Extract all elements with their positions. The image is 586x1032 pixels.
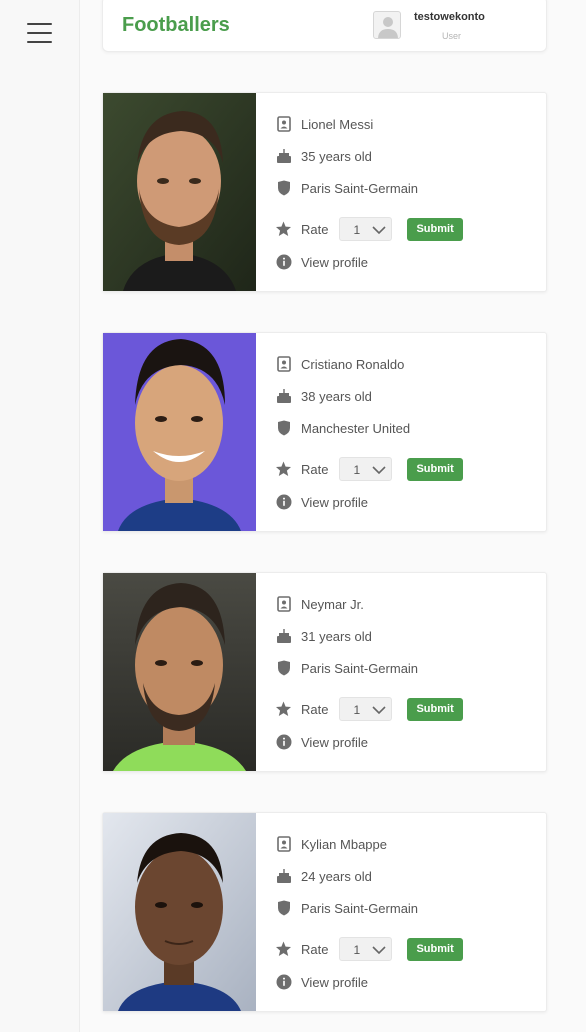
chevron-down-icon <box>372 464 387 478</box>
player-age: 24 years old <box>301 868 372 884</box>
player-club: Manchester United <box>301 420 411 436</box>
star-icon <box>275 221 292 238</box>
player-club-row: Paris Saint-Germain <box>275 658 418 678</box>
player-name-row: Lionel Messi <box>275 114 373 134</box>
rate-label: Rate <box>301 701 329 717</box>
submit-rating-button[interactable]: Submit <box>407 217 463 241</box>
app-title: Footballers <box>122 14 230 36</box>
view-profile-link[interactable]: View profile <box>301 255 368 270</box>
rating-value: 1 <box>353 463 361 477</box>
view-profile-row[interactable]: View profile <box>275 252 368 272</box>
info-icon <box>275 734 292 751</box>
view-profile-row[interactable]: View profile <box>275 972 368 992</box>
rate-row: Rate 1 Submit <box>275 457 463 481</box>
id-badge-icon <box>275 356 292 373</box>
player-card: Cristiano Ronaldo 38 years old Mancheste… <box>102 332 547 532</box>
player-age-row: 24 years old <box>275 866 372 886</box>
view-profile-row[interactable]: View profile <box>275 492 368 512</box>
player-age-row: 31 years old <box>275 626 372 646</box>
player-age: 38 years old <box>301 388 372 404</box>
birthday-cake-icon <box>275 628 292 645</box>
rate-label: Rate <box>301 461 329 477</box>
user-name[interactable]: testowekonto <box>414 11 485 23</box>
rating-value: 1 <box>353 943 361 957</box>
player-photo <box>103 333 256 531</box>
chevron-down-icon <box>372 704 387 718</box>
rating-select[interactable]: 1 <box>339 217 393 241</box>
player-age-row: 38 years old <box>275 386 372 406</box>
view-profile-link[interactable]: View profile <box>301 735 368 750</box>
sidebar <box>0 0 80 1032</box>
player-age-row: 35 years old <box>275 146 372 166</box>
view-profile-link[interactable]: View profile <box>301 975 368 990</box>
player-photo <box>103 813 256 1011</box>
main-content: Footballers testowekonto User Lionel Mes… <box>80 0 586 1032</box>
player-club: Paris Saint-Germain <box>301 180 419 196</box>
info-icon <box>275 254 292 271</box>
rate-label: Rate <box>301 941 329 957</box>
view-profile-link[interactable]: View profile <box>301 495 368 510</box>
player-card: Lionel Messi 35 years old Paris Saint-Ge… <box>102 92 547 292</box>
user-role: User <box>442 31 462 41</box>
player-club-row: Paris Saint-Germain <box>275 898 418 918</box>
player-name: Kylian Mbappe <box>301 836 387 852</box>
birthday-cake-icon <box>275 868 292 885</box>
player-name-row: Neymar Jr. <box>275 594 364 614</box>
shield-icon <box>275 420 292 437</box>
player-name-row: Kylian Mbappe <box>275 834 387 854</box>
player-card: Kylian Mbappe 24 years old Paris Saint-G… <box>102 812 547 1012</box>
player-photo <box>103 573 256 771</box>
shield-icon <box>275 660 292 677</box>
player-photo <box>103 93 256 291</box>
rating-select[interactable]: 1 <box>339 457 393 481</box>
id-badge-icon <box>275 596 292 613</box>
birthday-cake-icon <box>275 148 292 165</box>
rate-label: Rate <box>301 221 329 237</box>
view-profile-row[interactable]: View profile <box>275 732 368 752</box>
player-club-row: Paris Saint-Germain <box>275 178 418 198</box>
player-club-row: Manchester United <box>275 418 410 438</box>
rating-select[interactable]: 1 <box>339 937 393 961</box>
star-icon <box>275 701 292 718</box>
rating-value: 1 <box>353 703 361 717</box>
star-icon <box>275 941 292 958</box>
player-name-row: Cristiano Ronaldo <box>275 354 404 374</box>
info-icon <box>275 974 292 991</box>
top-header: Footballers testowekonto User <box>102 0 547 52</box>
player-club: Paris Saint-Germain <box>301 660 419 676</box>
hamburger-menu-icon[interactable] <box>27 23 52 43</box>
id-badge-icon <box>275 836 292 853</box>
submit-rating-button[interactable]: Submit <box>407 457 463 481</box>
birthday-cake-icon <box>275 388 292 405</box>
submit-rating-button[interactable]: Submit <box>407 937 463 961</box>
rating-value: 1 <box>353 223 361 237</box>
user-avatar-icon[interactable] <box>373 11 401 39</box>
chevron-down-icon <box>372 224 387 238</box>
player-age: 31 years old <box>301 628 372 644</box>
player-name: Cristiano Ronaldo <box>301 356 405 372</box>
rate-row: Rate 1 Submit <box>275 697 463 721</box>
shield-icon <box>275 900 292 917</box>
player-club: Paris Saint-Germain <box>301 900 419 916</box>
player-card: Neymar Jr. 31 years old Paris Saint-Germ… <box>102 572 547 772</box>
star-icon <box>275 461 292 478</box>
rating-select[interactable]: 1 <box>339 697 393 721</box>
id-badge-icon <box>275 116 292 133</box>
rate-row: Rate 1 Submit <box>275 217 463 241</box>
player-name: Neymar Jr. <box>301 596 364 612</box>
submit-rating-button[interactable]: Submit <box>407 697 463 721</box>
info-icon <box>275 494 292 511</box>
rate-row: Rate 1 Submit <box>275 937 463 961</box>
chevron-down-icon <box>372 944 387 958</box>
shield-icon <box>275 180 292 197</box>
player-age: 35 years old <box>301 148 372 164</box>
player-name: Lionel Messi <box>301 116 374 132</box>
